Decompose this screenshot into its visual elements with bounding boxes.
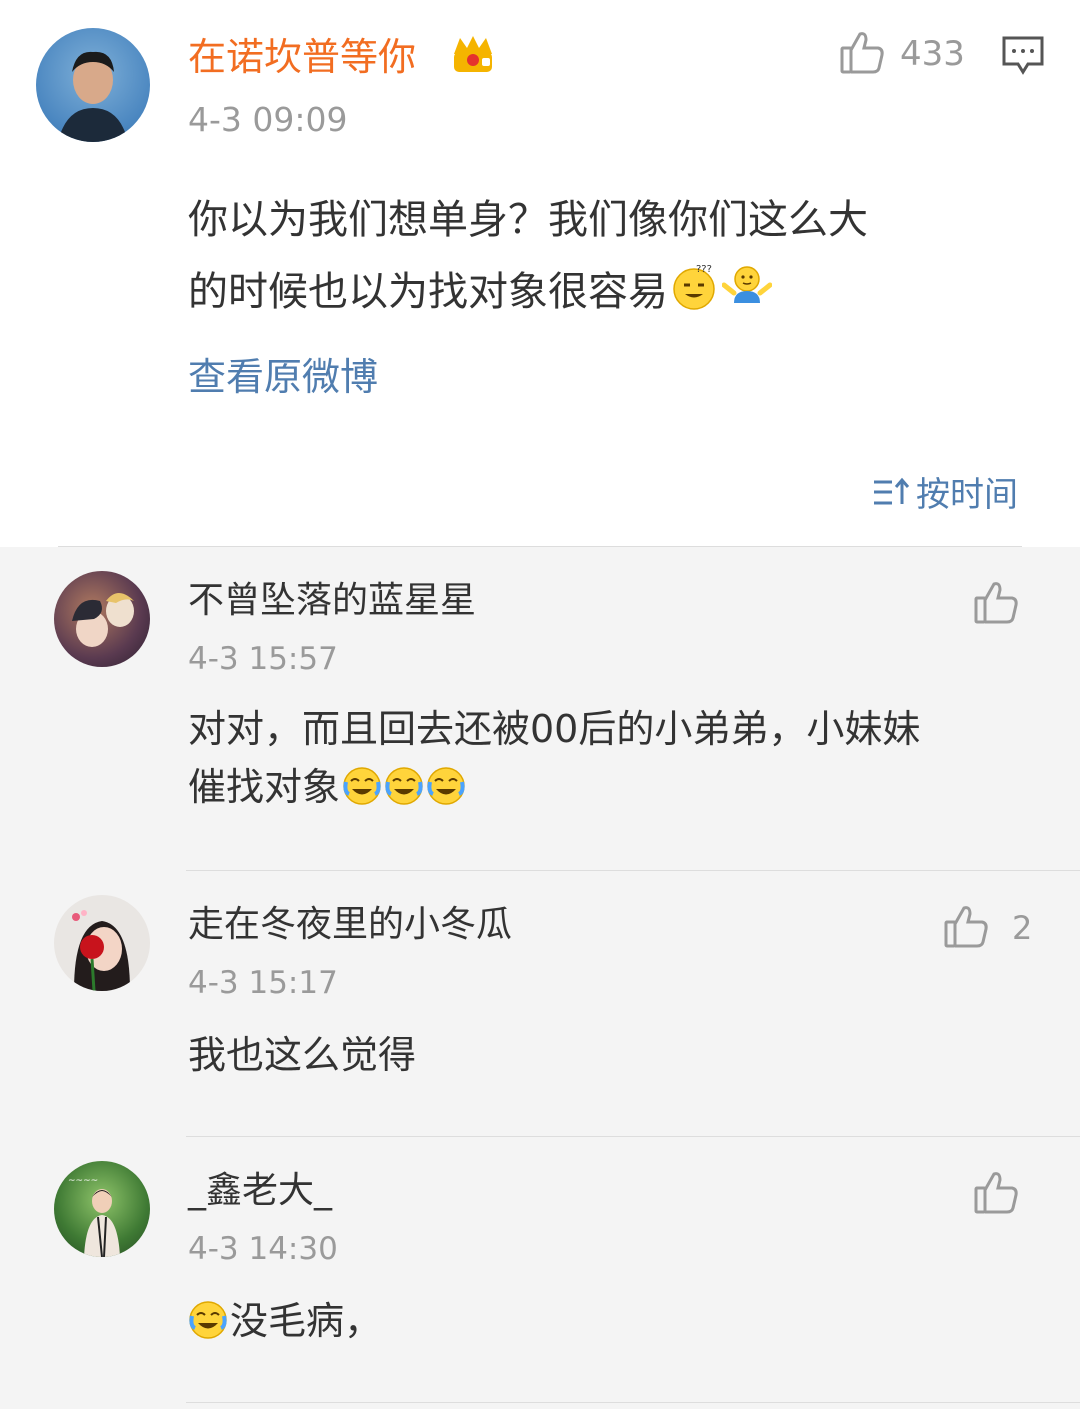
divider xyxy=(186,1136,1080,1137)
shrug-emoji xyxy=(721,262,773,310)
thumbs-up-icon xyxy=(972,1168,1020,1220)
thumbs-up-icon xyxy=(972,578,1020,630)
avatar[interactable]: ~~~~ xyxy=(54,1161,150,1257)
comment-text-line: 你以为我们想单身？我们像你们这么大 xyxy=(188,197,868,243)
comment-text-line: 的时候也以为找对象很容易 xyxy=(188,269,668,315)
reply-text-line: 没毛病， xyxy=(230,1299,383,1343)
like-count: 433 xyxy=(900,34,965,74)
comment-text-line-2: 的时候也以为找对象很容易??? xyxy=(188,256,1048,328)
reply-icon[interactable] xyxy=(1000,34,1046,80)
sort-icon xyxy=(872,476,910,514)
avatar[interactable] xyxy=(36,28,150,142)
confused-smile-emoji: ??? xyxy=(670,262,718,310)
crying-laughing-emoji xyxy=(426,764,466,805)
sort-label: 按时间 xyxy=(916,475,1018,515)
thumbs-up-icon xyxy=(942,902,990,954)
username[interactable]: 不曾坠落的蓝星星 xyxy=(188,576,476,626)
reply-text-line-2: 催找对象 xyxy=(188,758,1048,816)
crying-laughing-emoji xyxy=(384,764,424,805)
username[interactable]: _鑫老大_ xyxy=(188,1166,332,1216)
thumbs-up-icon xyxy=(838,28,886,80)
reply-text: 没毛病， xyxy=(188,1292,382,1350)
crying-laughing-emoji xyxy=(342,764,382,805)
reply-text: 对对，而且回去还被00后的小弟弟，小妹妹 催找对象 xyxy=(188,700,1048,816)
reply-time: 4-3 15:17 xyxy=(188,965,338,1001)
crown-icon xyxy=(450,32,496,82)
like-count: 2 xyxy=(1012,909,1033,947)
like-button[interactable]: 433 xyxy=(838,28,965,80)
view-original-link[interactable]: 查看原微博 xyxy=(188,350,378,404)
like-button[interactable] xyxy=(972,578,1020,630)
divider xyxy=(186,870,1080,871)
reply-text: 我也这么觉得 xyxy=(188,1033,417,1077)
reply-time: 4-3 14:30 xyxy=(188,1231,338,1267)
svg-text:???: ??? xyxy=(696,264,712,275)
username[interactable]: 走在冬夜里的小冬瓜 xyxy=(188,900,512,950)
svg-text:~~~~: ~~~~ xyxy=(68,1176,98,1186)
like-button[interactable]: 2 xyxy=(942,902,1032,954)
divider xyxy=(186,1402,1080,1403)
like-button[interactable] xyxy=(972,1168,1020,1220)
avatar[interactable] xyxy=(54,571,150,667)
reply-text-line: 对对，而且回去还被00后的小弟弟，小妹妹 xyxy=(188,707,921,751)
avatar[interactable] xyxy=(54,895,150,991)
username[interactable]: 在诺坎普等你 xyxy=(188,30,416,84)
divider xyxy=(58,546,1022,547)
comment-time: 4-3 09:09 xyxy=(188,100,348,139)
reply-time: 4-3 15:57 xyxy=(188,641,338,677)
reply-text-line: 催找对象 xyxy=(188,765,341,809)
comment-text: 你以为我们想单身？我们像你们这么大 的时候也以为找对象很容易??? xyxy=(188,184,1048,328)
crying-laughing-emoji xyxy=(188,1298,228,1339)
main-comment: 在诺坎普等你 4-3 09:09 433 你以为我们想单身？我们像你们这么大 的… xyxy=(0,0,1080,547)
sort-button[interactable]: 按时间 xyxy=(872,472,1018,518)
